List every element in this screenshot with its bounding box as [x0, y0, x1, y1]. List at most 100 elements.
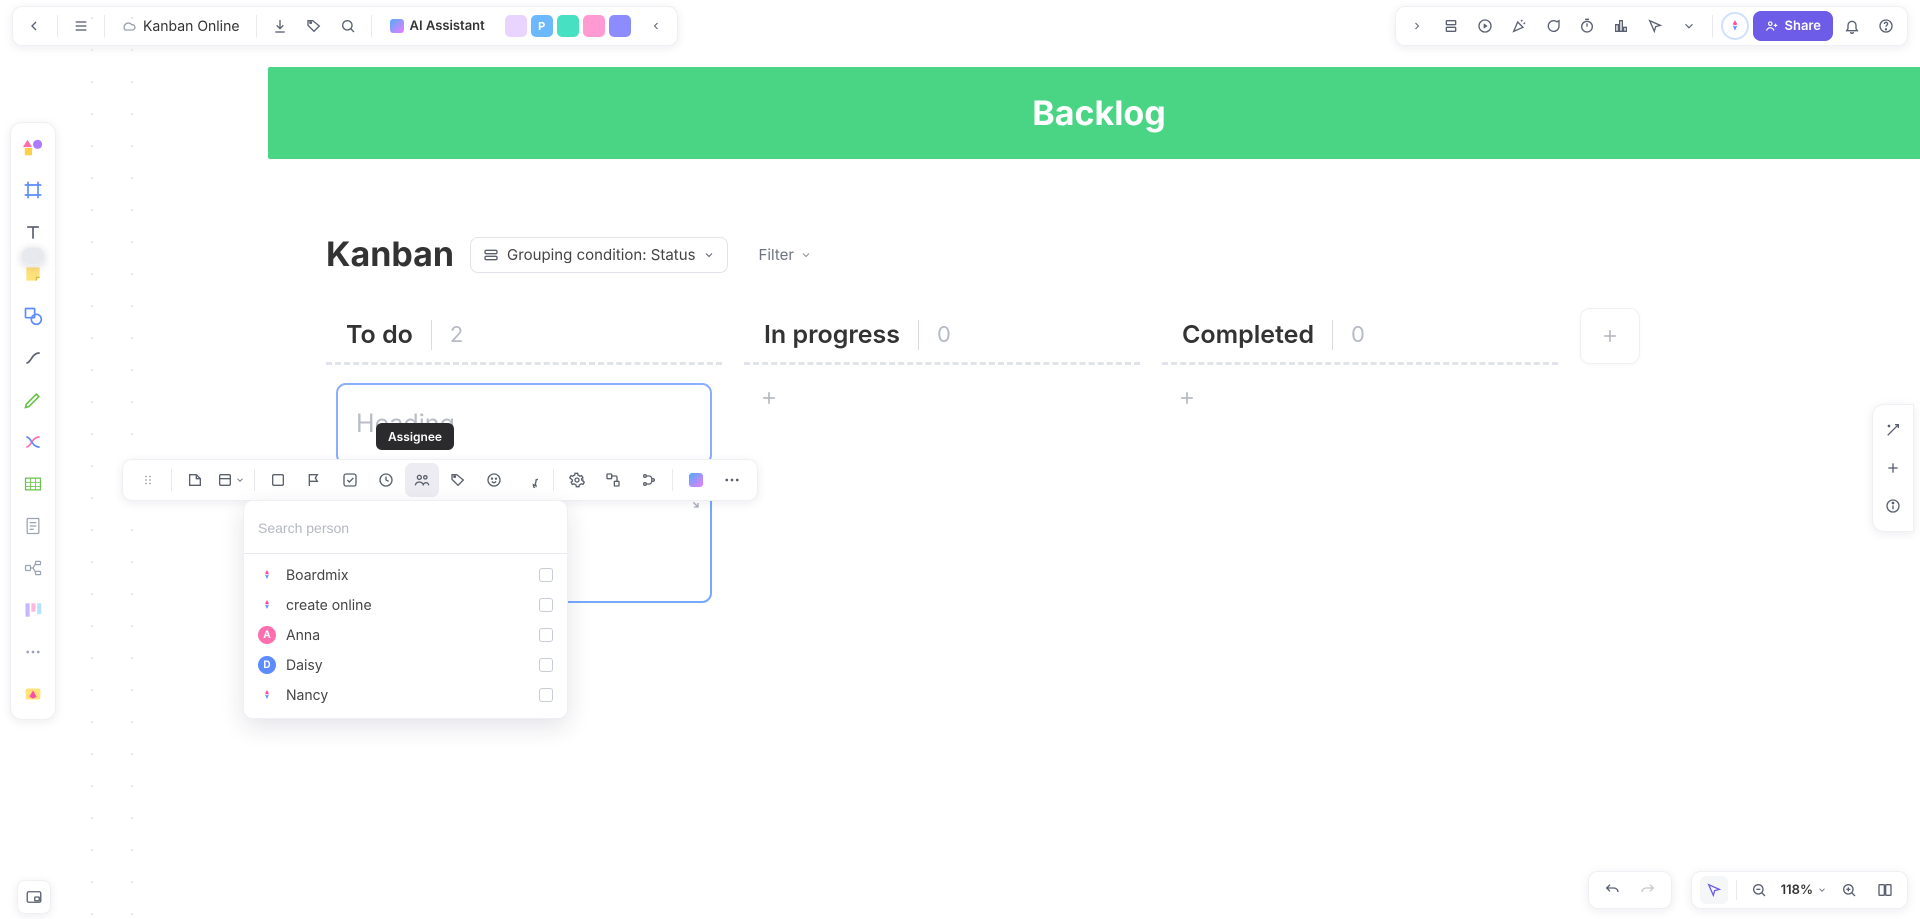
fit-view-button[interactable] — [1871, 876, 1899, 904]
assignee-search-input[interactable] — [256, 513, 555, 543]
shapes-colored-icon — [22, 137, 44, 159]
priority-button[interactable] — [297, 463, 331, 497]
ai-logo-icon — [689, 473, 703, 487]
tags-button[interactable] — [441, 463, 475, 497]
frame-tool[interactable] — [16, 173, 50, 207]
link-button[interactable] — [596, 463, 630, 497]
history-bar — [1588, 871, 1672, 909]
more-tool[interactable] — [16, 635, 50, 669]
date-button[interactable] — [369, 463, 403, 497]
assignee-checkbox[interactable] — [539, 688, 553, 702]
status-button[interactable] — [261, 463, 295, 497]
zoom-level[interactable]: 118% — [1781, 882, 1827, 898]
reaction-button[interactable] — [477, 463, 511, 497]
pointer-mode-button[interactable] — [1700, 876, 1728, 904]
add-card-button[interactable] — [1168, 379, 1206, 417]
square-icon — [270, 472, 286, 488]
drag-icon — [142, 472, 154, 488]
kanban-tool[interactable] — [16, 593, 50, 627]
comment-icon — [522, 472, 538, 488]
assignee-checkbox[interactable] — [539, 658, 553, 672]
pen-tool[interactable] — [16, 383, 50, 417]
assignee-option[interactable]: DDaisy — [244, 650, 567, 680]
plus-icon — [1177, 388, 1197, 408]
assignee-option[interactable]: A Anna — [244, 620, 567, 650]
card-ai-button[interactable] — [679, 463, 713, 497]
gear-icon — [569, 472, 585, 488]
kanban-column-completed[interactable]: Completed0 — [1162, 308, 1558, 712]
grouping-icon — [483, 247, 499, 263]
assignee-checkbox[interactable] — [539, 598, 553, 612]
kanban-column-inprogress[interactable]: In progress0 — [744, 308, 1140, 712]
text-icon — [23, 222, 43, 242]
templates-tool[interactable] — [16, 131, 50, 165]
assignee-name: create online — [286, 597, 372, 614]
tooltip: Assignee — [376, 423, 454, 450]
clock-icon — [378, 472, 394, 488]
recent-tool[interactable] — [16, 677, 50, 711]
assignee-option[interactable]: Nancy — [244, 680, 567, 710]
plus-icon — [1600, 326, 1620, 346]
assignee-avatar: A — [258, 626, 276, 644]
checklist-button[interactable] — [333, 463, 367, 497]
flag-icon — [306, 472, 322, 488]
zoom-out-button[interactable] — [1745, 876, 1773, 904]
add-card-button[interactable] — [750, 379, 788, 417]
tool-rail — [10, 122, 56, 720]
kanban-header: Kanban Grouping condition: Status Filter — [326, 234, 812, 275]
undo-button[interactable] — [1597, 875, 1627, 905]
doc-icon — [23, 516, 43, 536]
hamburger-icon — [73, 18, 89, 34]
zoom-out-icon — [1751, 882, 1767, 898]
card-toolbar — [122, 459, 758, 501]
assignee-name: Anna — [286, 627, 320, 644]
filter-button[interactable]: Filter — [758, 245, 812, 264]
minimap-button[interactable] — [17, 880, 51, 914]
shape-icon — [23, 306, 43, 326]
dependency-icon — [605, 472, 621, 488]
card-more-button[interactable] — [715, 463, 749, 497]
minimap-icon — [25, 888, 43, 906]
redo-button[interactable] — [1633, 875, 1663, 905]
undo-icon — [1604, 882, 1620, 898]
smile-plus-icon — [486, 472, 502, 488]
document-tool[interactable] — [16, 509, 50, 543]
assignee-checkbox[interactable] — [539, 568, 553, 582]
grouping-chip[interactable]: Grouping condition: Status — [470, 237, 728, 273]
assignee-button[interactable] — [405, 463, 439, 497]
cursor-icon — [1706, 882, 1722, 898]
assignee-name: Boardmix — [286, 567, 348, 584]
layout-button[interactable] — [214, 463, 248, 497]
back-button[interactable] — [19, 11, 49, 41]
branch-icon — [641, 472, 657, 488]
curve-icon — [23, 348, 43, 368]
assignee-checkbox[interactable] — [539, 628, 553, 642]
layout-icon — [217, 472, 233, 488]
drag-handle[interactable] — [131, 463, 165, 497]
assignee-option[interactable]: Boardmix — [244, 560, 567, 590]
card-comment-button[interactable] — [513, 463, 547, 497]
mindmap-tool[interactable] — [16, 551, 50, 585]
card-type-button[interactable] — [178, 463, 212, 497]
line-tool[interactable] — [16, 341, 50, 375]
table-tool[interactable] — [16, 467, 50, 501]
branch-button[interactable] — [632, 463, 666, 497]
assignee-option[interactable]: create online — [244, 590, 567, 620]
connector-icon — [23, 432, 43, 452]
zoom-in-button[interactable] — [1835, 876, 1863, 904]
connector-tool[interactable] — [16, 425, 50, 459]
backlog-banner[interactable]: Backlog — [268, 67, 1920, 159]
add-column-button[interactable] — [1580, 308, 1640, 364]
chevron-left-icon — [26, 18, 42, 34]
assignee-avatar — [258, 596, 276, 614]
redo-icon — [1640, 882, 1656, 898]
chevron-down-icon — [235, 475, 245, 485]
sticky-icon — [23, 264, 43, 284]
shape-tool[interactable] — [16, 299, 50, 333]
settings-button[interactable] — [560, 463, 594, 497]
frame-icon — [23, 180, 43, 200]
table-icon — [23, 474, 43, 494]
text-tool[interactable] — [16, 215, 50, 249]
assignee-avatar — [258, 686, 276, 704]
people-icon — [414, 472, 430, 488]
